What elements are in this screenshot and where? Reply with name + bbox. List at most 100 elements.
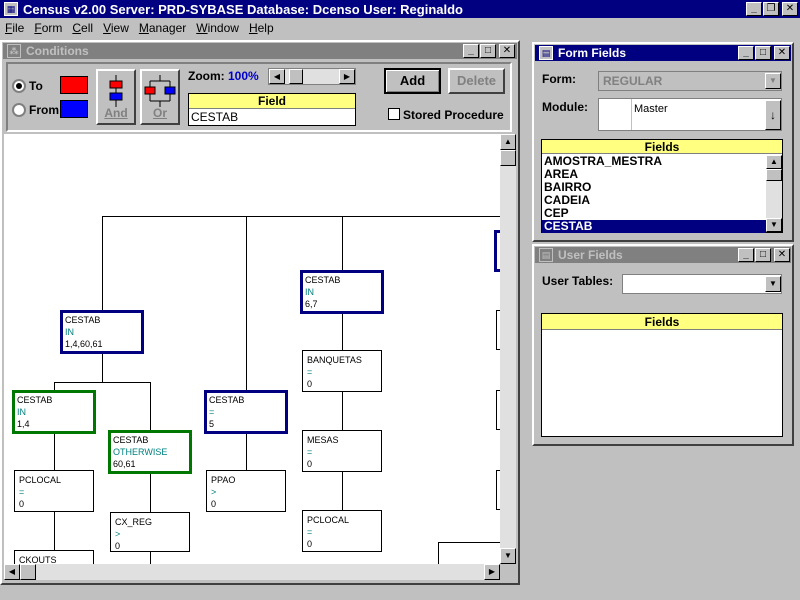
form-fields-close-button[interactable]: ✕: [774, 46, 790, 60]
list-item[interactable]: CADEIA: [542, 194, 766, 207]
conditions-window-icon[interactable]: ⁂: [7, 44, 21, 58]
list-item[interactable]: CESTAB: [542, 220, 766, 233]
node-operator: >: [211, 487, 217, 497]
field-value[interactable]: CESTAB: [189, 109, 355, 125]
form-fields-minimize-button[interactable]: _: [738, 46, 754, 60]
from-radio[interactable]: [12, 103, 26, 117]
condition-node[interactable]: CESTAB IN 1,4: [12, 390, 96, 434]
condition-node[interactable]: MESAS = 0: [302, 430, 382, 472]
condition-node[interactable]: BANQUETAS = 0: [302, 350, 382, 392]
conditions-minimize-button[interactable]: _: [463, 44, 479, 58]
user-tables-select[interactable]: ▼: [622, 274, 782, 294]
node-field: CKOUTS: [19, 555, 57, 564]
menu-view[interactable]: View: [98, 21, 134, 35]
user-fields-list[interactable]: Fields: [541, 313, 783, 437]
scroll-up-arrow[interactable]: ▲: [500, 134, 516, 150]
and-button[interactable]: And: [96, 69, 136, 125]
or-label: Or: [152, 106, 167, 120]
and-icon: [109, 75, 123, 107]
conditions-close-button[interactable]: ✕: [499, 44, 515, 58]
module-label: Module:: [542, 100, 588, 114]
condition-node[interactable]: CX_REG > 0: [110, 512, 190, 552]
node-value: 0: [307, 459, 313, 469]
conditions-title-bar[interactable]: ⁂ Conditions: [3, 43, 517, 59]
node-field: MESAS: [307, 435, 339, 445]
scroll-down-arrow[interactable]: ▼: [500, 548, 516, 564]
condition-node[interactable]: CESTAB IN 6,7: [300, 270, 384, 314]
menu-manager[interactable]: Manager: [134, 21, 191, 35]
zoom-right-arrow[interactable]: ▶: [339, 69, 355, 84]
form-fields-window-icon[interactable]: ▤: [539, 46, 553, 60]
scroll-up-arrow[interactable]: ▲: [766, 155, 782, 169]
scroll-thumb[interactable]: [766, 169, 782, 181]
to-radio[interactable]: [12, 79, 26, 93]
add-button[interactable]: Add: [384, 68, 441, 94]
field-box: Field CESTAB: [188, 93, 356, 126]
app-minimize-button[interactable]: _: [746, 2, 762, 16]
menu-help[interactable]: Help: [244, 21, 279, 35]
module-download-icon[interactable]: ↓: [765, 100, 781, 130]
menu-cell[interactable]: Cell: [67, 21, 98, 35]
app-icon[interactable]: ▦: [4, 2, 18, 16]
delete-button[interactable]: Delete: [448, 68, 505, 94]
app-title-bar[interactable]: ▦ Census v2.00 Server: PRD-SYBASE Databa…: [0, 0, 800, 18]
condition-node[interactable]: PPAO > 0: [206, 470, 286, 512]
form-select[interactable]: REGULAR ▼: [598, 71, 782, 91]
node-field: CESTAB: [17, 395, 53, 405]
condition-node[interactable]: CKOUTS: [14, 550, 94, 564]
chevron-down-icon[interactable]: ▼: [765, 73, 781, 89]
from-color-swatch[interactable]: [60, 100, 88, 118]
module-field[interactable]: Master ↓: [598, 98, 782, 131]
condition-node[interactable]: CESTAB = 5: [204, 390, 288, 434]
condition-tree-canvas[interactable]: CESTAB IN 1,4,60,61 CESTAB IN 6,7 BANQUE…: [4, 134, 500, 564]
app-close-button[interactable]: ✕: [782, 2, 798, 16]
canvas-vertical-scrollbar[interactable]: ▲ ▼: [500, 134, 516, 564]
user-fields-maximize-button[interactable]: □: [755, 248, 771, 262]
form-fields-list-header: Fields: [542, 140, 782, 154]
scroll-left-arrow[interactable]: ◀: [4, 564, 20, 580]
user-fields-window-icon[interactable]: ▤: [539, 248, 553, 262]
user-fields-title: User Fields: [558, 248, 623, 262]
zoom-slider-thumb[interactable]: [289, 69, 303, 84]
form-select-value: REGULAR: [603, 74, 663, 88]
node-value: 0: [307, 379, 313, 389]
or-button[interactable]: Or: [140, 69, 180, 125]
node-operator: IN: [17, 407, 26, 417]
user-fields-close-button[interactable]: ✕: [774, 248, 790, 262]
condition-node[interactable]: CESTAB OTHERWISE 60,61: [108, 430, 192, 474]
form-fields-maximize-button[interactable]: □: [755, 46, 771, 60]
node-value: 0: [19, 499, 25, 509]
zoom-left-arrow[interactable]: ◀: [269, 69, 285, 84]
node-operator: IN: [305, 287, 314, 297]
to-label: To: [29, 79, 43, 93]
scroll-down-arrow[interactable]: ▼: [766, 218, 782, 232]
node-value: 0: [115, 541, 121, 551]
menu-window[interactable]: Window: [191, 21, 244, 35]
chevron-down-icon[interactable]: ▼: [765, 276, 781, 292]
node-operator: >: [115, 529, 121, 539]
app-restore-button[interactable]: ❐: [763, 2, 779, 16]
node-value: 0: [211, 499, 217, 509]
node-operator: =: [307, 527, 313, 537]
user-fields-minimize-button[interactable]: _: [738, 248, 754, 262]
scroll-thumb[interactable]: [20, 564, 36, 580]
condition-node[interactable]: PCLOCAL = 0: [302, 510, 382, 552]
zoom-slider[interactable]: ◀ ▶: [268, 68, 356, 85]
form-fields-scrollbar[interactable]: ▲ ▼: [766, 155, 782, 232]
node-field: CESTAB: [113, 435, 149, 445]
menu-file[interactable]: File: [0, 21, 29, 35]
to-color-swatch[interactable]: [60, 76, 88, 94]
node-operator: OTHERWISE: [113, 447, 168, 457]
scroll-right-arrow[interactable]: ▶: [484, 564, 500, 580]
condition-node[interactable]: PCLOCAL = 0: [14, 470, 94, 512]
menu-form[interactable]: Form: [29, 21, 67, 35]
stored-procedure-checkbox[interactable]: [388, 108, 400, 120]
node-field: CESTAB: [209, 395, 245, 405]
conditions-maximize-button[interactable]: □: [480, 44, 496, 58]
condition-node[interactable]: CESTAB IN 1,4,60,61: [60, 310, 144, 354]
node-operator: IN: [65, 327, 74, 337]
form-fields-list: Fields AMOSTRA_MESTRA AREA BAIRRO CADEIA…: [541, 139, 783, 233]
scroll-thumb[interactable]: [500, 150, 516, 166]
canvas-horizontal-scrollbar[interactable]: ◀ ▶: [4, 564, 500, 580]
add-label: Add: [399, 73, 426, 88]
